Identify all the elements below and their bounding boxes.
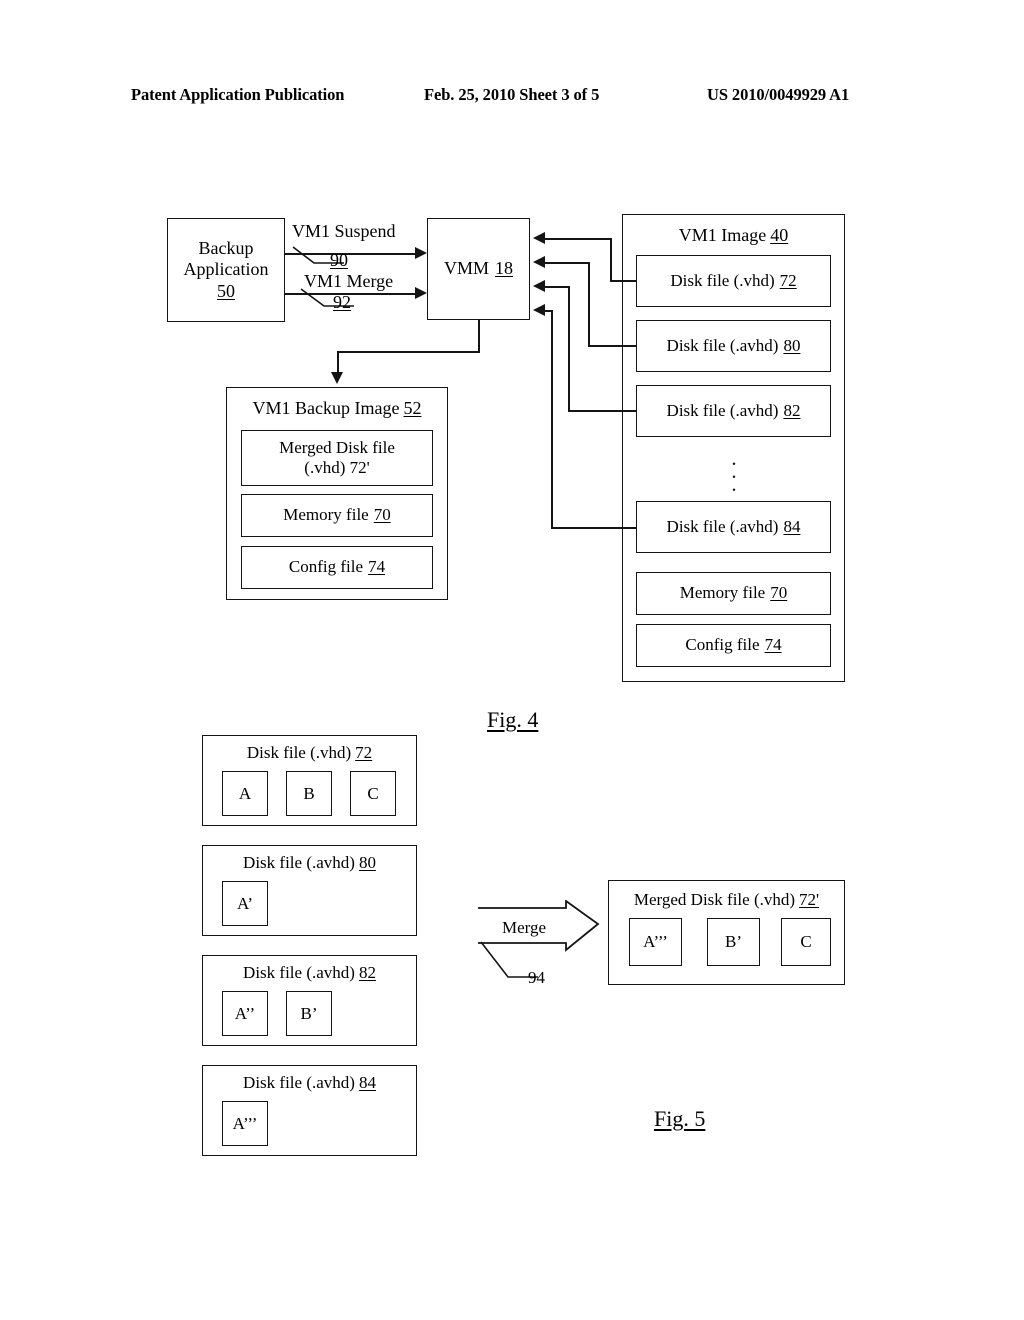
- vm1-image-item-3-ref: 84: [783, 516, 801, 536]
- backup-config-file-item: Config file 74: [241, 546, 433, 589]
- vm1-image-item-4-ref: 70: [770, 583, 788, 603]
- backup-config-file-ref: 74: [368, 557, 386, 577]
- vm1-image-ref: 40: [770, 225, 789, 245]
- backup-application-line2: Application: [183, 259, 269, 280]
- fig5-source-1-title: Disk file (.avhd): [243, 853, 355, 872]
- signal-92-ref: 92: [333, 292, 351, 312]
- fig5-source-3-title: Disk file (.avhd): [243, 1073, 355, 1092]
- vm1-image-item-disk-vhd-72: Disk file (.vhd) 72: [636, 255, 831, 307]
- signal-vm1-merge-arrowhead: [415, 287, 427, 299]
- vmm-ref: 18: [495, 258, 513, 279]
- conn-72-h1: [610, 280, 636, 282]
- vm1-image-item-1-label: Disk file (.avhd): [666, 335, 779, 355]
- vm1-image-item-2-label: Disk file (.avhd): [666, 400, 779, 420]
- backup-memory-file-item: Memory file 70: [241, 494, 433, 537]
- conn-82-h2: [545, 286, 569, 288]
- fig5-source-2-block-0: A’’: [222, 991, 268, 1036]
- fig5-source-1-ref: 80: [358, 853, 376, 872]
- vm1-backup-image-ref: 52: [403, 398, 422, 418]
- vm1-image-item-5-label: Config file: [685, 635, 760, 655]
- conn-84-v: [551, 310, 553, 529]
- backup-application-ref: 50: [217, 280, 235, 301]
- vm1-image-item-disk-avhd-82: Disk file (.avhd) 82: [636, 385, 831, 437]
- fig5-source-2-block-1: B’: [286, 991, 332, 1036]
- signal-vm1-suspend-arrowhead: [415, 247, 427, 259]
- conn-72-arrowhead: [533, 232, 545, 244]
- fig5-source-0-block-0: A: [222, 771, 268, 816]
- vm1-image-item-1-ref: 80: [783, 335, 801, 355]
- vm1-image-item-disk-avhd-84: Disk file (.avhd) 84: [636, 501, 831, 553]
- conn-72-v: [610, 238, 612, 282]
- vm1-image-item-2-ref: 82: [783, 400, 801, 420]
- vmm-to-backup-image-arrowhead: [331, 372, 343, 384]
- merged-disk-file-line2: (.vhd) 72': [304, 458, 370, 477]
- fig5-source-0-ref: 72: [355, 743, 373, 762]
- signal-vm1-suspend-label: VM1 Suspend: [292, 221, 396, 241]
- conn-80-v: [588, 262, 590, 347]
- conn-80-h1: [588, 345, 636, 347]
- vm1-image-item-disk-avhd-80: Disk file (.avhd) 80: [636, 320, 831, 372]
- conn-82-h1: [568, 410, 636, 412]
- vmm-to-backup-image-seg-v1: [478, 320, 480, 353]
- merge-label: Merge: [502, 918, 547, 937]
- conn-82-v: [568, 286, 570, 412]
- page-header: Patent Application Publication Feb. 25, …: [0, 85, 1024, 111]
- fig5-result-block-0: A’’’: [629, 918, 682, 966]
- vm1-image-item-5-ref: 74: [764, 635, 782, 655]
- backup-application-line1: Backup: [198, 238, 254, 259]
- fig5-source-3-block-0: A’’’: [222, 1101, 268, 1146]
- backup-config-file-label: Config file: [288, 557, 364, 577]
- conn-84-h2: [545, 310, 553, 312]
- fig5-source-2-ref: 82: [358, 963, 376, 982]
- merged-disk-file-line1: Merged Disk file: [279, 437, 395, 457]
- vm1-image-item-config-file-74: Config file 74: [636, 624, 831, 667]
- fig4-caption: Fig. 4: [487, 707, 539, 732]
- fig5-result-block-1: B’: [707, 918, 760, 966]
- fig5-source-2-title: Disk file (.avhd): [243, 963, 355, 982]
- vm1-image-item-memory-file-70: Memory file 70: [636, 572, 831, 615]
- fig5-source-1-block-0: A’: [222, 881, 268, 926]
- vm1-image-ellipsis: ...: [731, 446, 737, 497]
- backup-application-box: Backup Application 50: [167, 218, 285, 322]
- conn-84-h1: [551, 527, 636, 529]
- conn-82-arrowhead: [533, 280, 545, 292]
- vm1-image-item-0-label: Disk file (.vhd): [670, 270, 775, 290]
- backup-memory-file-label: Memory file: [283, 505, 369, 525]
- merged-disk-file-item: Merged Disk file (.vhd) 72': [241, 430, 433, 486]
- fig5-source-0-title: Disk file (.vhd): [246, 743, 352, 762]
- vmm-label: VMM: [443, 258, 489, 279]
- vmm-box: VMM 18: [427, 218, 530, 320]
- publication-label: Patent Application Publication: [131, 85, 345, 104]
- vm1-image-item-3-label: Disk file (.avhd): [666, 516, 779, 536]
- patent-number-label: US 2010/0049929 A1: [707, 85, 850, 104]
- vm1-image-item-4-label: Memory file: [679, 583, 766, 603]
- vm1-image-item-0-ref: 72: [779, 270, 797, 290]
- signal-90-ref: 90: [330, 250, 348, 270]
- date-sheet-label: Feb. 25, 2010 Sheet 3 of 5: [424, 85, 600, 104]
- signal-92-leader: [300, 288, 354, 307]
- vm1-backup-image-title: VM1 Backup Image: [252, 398, 400, 418]
- conn-80-arrowhead: [533, 256, 545, 268]
- vmm-to-backup-image-seg-h: [337, 351, 480, 353]
- fig5-caption: Fig. 5: [654, 1106, 706, 1131]
- backup-memory-file-ref: 70: [373, 505, 391, 525]
- conn-80-h2: [545, 262, 589, 264]
- fig5-result-ref: 72': [799, 890, 820, 909]
- conn-84-arrowhead: [533, 304, 545, 316]
- conn-72-h2: [545, 238, 611, 240]
- fig5-result-title: Merged Disk file (.vhd): [633, 890, 796, 909]
- merge-94-ref: 94: [528, 968, 545, 987]
- fig5-source-0-block-2: C: [350, 771, 396, 816]
- fig5-source-0-block-1: B: [286, 771, 332, 816]
- fig5-result-block-2: C: [781, 918, 831, 966]
- fig5-source-3-ref: 84: [358, 1073, 376, 1092]
- vm1-image-title: VM1 Image: [678, 225, 767, 245]
